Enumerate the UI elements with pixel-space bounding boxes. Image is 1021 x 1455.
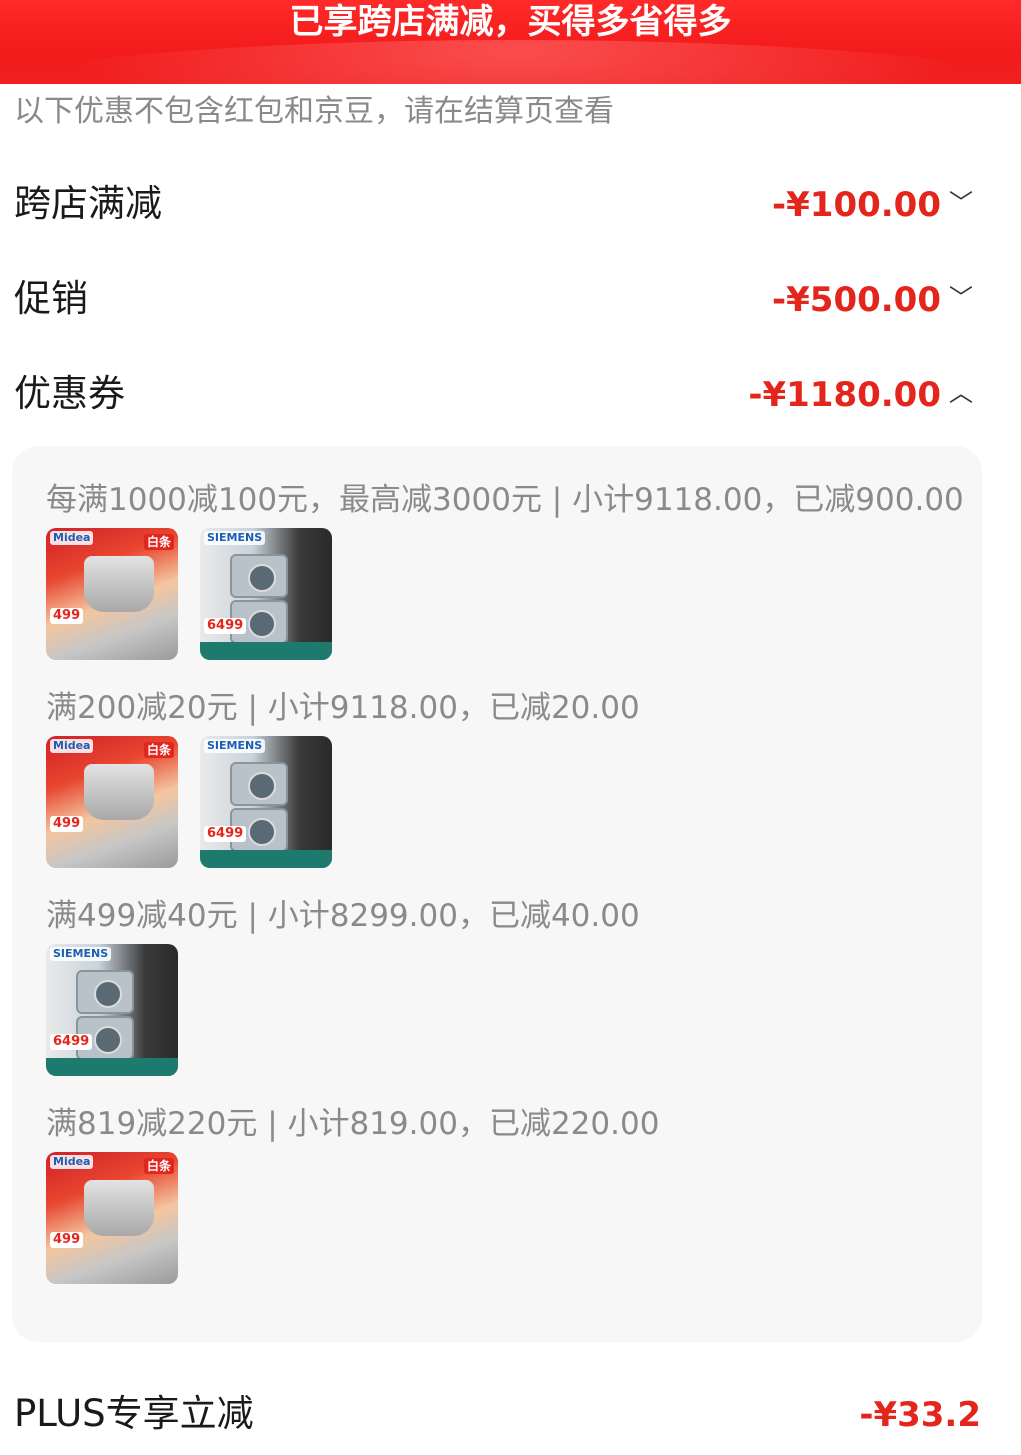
- product-thumbs: Midea 白条 499: [46, 1152, 966, 1284]
- product-thumbs: Midea 白条 499 SIEMENS 6499: [46, 528, 966, 660]
- row-label: 优惠券: [14, 372, 125, 415]
- row-amount: -¥33.2: [859, 1395, 981, 1435]
- thumb-footer-strip: [46, 1058, 178, 1076]
- chevron-down-icon[interactable]: ﹀: [949, 188, 973, 218]
- washer-image: [230, 762, 288, 806]
- brand-logo: Midea: [50, 1155, 94, 1169]
- promo-banner: 已享跨店满减，买得多省得多: [0, 0, 1021, 84]
- product-thumbs: Midea 白条 499 SIEMENS 6499: [46, 736, 966, 868]
- row-amount: -¥500.00: [772, 280, 941, 320]
- brand-logo: SIEMENS: [50, 947, 112, 961]
- coupon-tier-text: 满200减20元 | 小计9118.00，已减20.00: [46, 690, 640, 726]
- discount-note: 以下优惠不包含红包和京豆，请在结算页查看: [14, 94, 614, 129]
- row-amount: -¥100.00: [772, 185, 941, 225]
- row-amount: -¥1180.00: [748, 375, 941, 415]
- product-thumb-midea-pot[interactable]: Midea 白条 499: [46, 736, 178, 868]
- brand-logo: Midea: [50, 739, 94, 753]
- thumb-price: 499: [50, 608, 84, 624]
- thumb-price: 499: [50, 1232, 84, 1248]
- thumb-price: 499: [50, 816, 84, 832]
- pot-image: [84, 556, 154, 612]
- coupon-tier: 满819减220元 | 小计819.00，已减220.00 Midea 白条 4…: [46, 1104, 966, 1284]
- product-thumb-midea-pot[interactable]: Midea 白条 499: [46, 1152, 178, 1284]
- brand-logo: SIEMENS: [204, 739, 266, 753]
- washer-image: [230, 554, 288, 598]
- cross-store-discount-row[interactable]: 跨店满减 -¥100.00 ﹀: [0, 174, 1021, 234]
- coupon-tier-text: 满499减40元 | 小计8299.00，已减40.00: [46, 898, 640, 934]
- row-label: 跨店满减: [14, 182, 162, 225]
- plus-discount-row[interactable]: PLUS专享立减 -¥33.2: [0, 1384, 1021, 1444]
- thumb-price: 6499: [50, 1034, 93, 1050]
- product-thumb-siemens-washer[interactable]: SIEMENS 6499: [200, 736, 332, 868]
- baitiao-tag: 白条: [143, 534, 174, 550]
- thumb-footer-strip: [200, 642, 332, 660]
- coupon-tier: 每满1000减100元，最高减3000元 | 小计9118.00，已减900.0…: [46, 480, 966, 660]
- row-label: 促销: [14, 277, 88, 320]
- washer-image: [76, 970, 134, 1014]
- baitiao-tag: 白条: [143, 1158, 174, 1174]
- product-thumb-siemens-washer[interactable]: SIEMENS 6499: [200, 528, 332, 660]
- product-thumb-midea-pot[interactable]: Midea 白条 499: [46, 528, 178, 660]
- brand-logo: SIEMENS: [204, 531, 266, 545]
- chevron-up-icon[interactable]: ︿: [949, 378, 973, 408]
- baitiao-tag: 白条: [143, 742, 174, 758]
- coupon-tier: 满200减20元 | 小计9118.00，已减20.00 Midea 白条 49…: [46, 688, 966, 868]
- banner-title: 已享跨店满减，买得多省得多: [289, 2, 732, 42]
- thumb-footer-strip: [200, 850, 332, 868]
- chevron-down-icon[interactable]: ﹀: [949, 283, 973, 313]
- coupon-tier-text: 每满1000减100元，最高减3000元 | 小计9118.00，已减900.0…: [46, 482, 964, 518]
- pot-image: [84, 764, 154, 820]
- brand-logo: Midea: [50, 531, 94, 545]
- coupon-detail-panel: 每满1000减100元，最高减3000元 | 小计9118.00，已减900.0…: [12, 446, 982, 1342]
- row-label: PLUS专享立减: [14, 1392, 254, 1435]
- product-thumb-siemens-washer[interactable]: SIEMENS 6499: [46, 944, 178, 1076]
- product-thumbs: SIEMENS 6499: [46, 944, 966, 1076]
- pot-image: [84, 1180, 154, 1236]
- coupon-row[interactable]: 优惠券 -¥1180.00 ︿: [0, 364, 1021, 424]
- thumb-price: 6499: [204, 826, 247, 842]
- coupon-tier-text: 满819减220元 | 小计819.00，已减220.00: [46, 1106, 660, 1142]
- thumb-price: 6499: [204, 618, 247, 634]
- promotion-row[interactable]: 促销 -¥500.00 ﹀: [0, 269, 1021, 329]
- banner-wave-decoration: [0, 40, 1021, 84]
- coupon-tier: 满499减40元 | 小计8299.00，已减40.00 SIEMENS 649…: [46, 896, 966, 1076]
